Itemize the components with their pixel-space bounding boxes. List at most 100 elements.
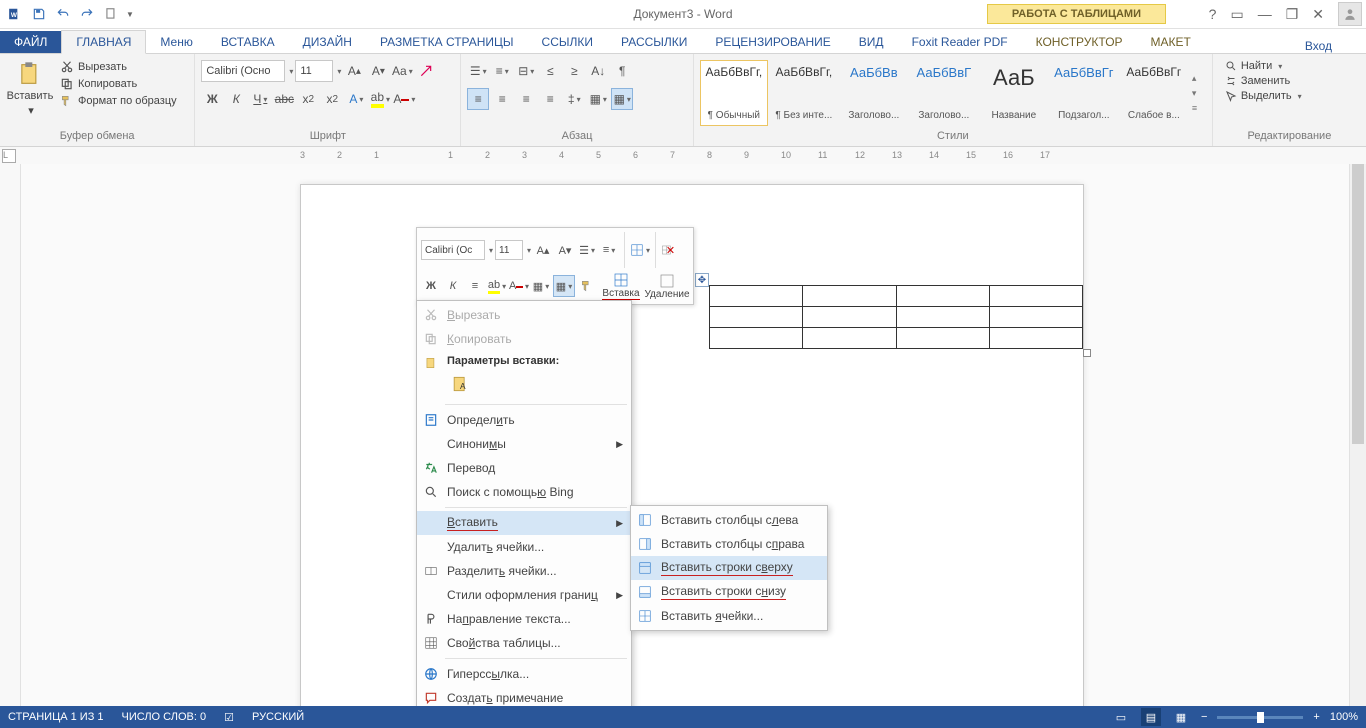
sort-button[interactable]: A↓ bbox=[587, 60, 609, 82]
mini-delete-menu[interactable]: Удаление bbox=[645, 273, 689, 300]
ctx-border-styles[interactable]: Стили оформления границ▶ bbox=[417, 583, 631, 607]
status-words[interactable]: ЧИСЛО СЛОВ: 0 bbox=[122, 711, 207, 723]
undo-button[interactable] bbox=[52, 3, 74, 25]
ctx-copy[interactable]: Копировать bbox=[417, 327, 631, 351]
ctx-split-cells[interactable]: Разделить ячейки... bbox=[417, 559, 631, 583]
save-button[interactable] bbox=[28, 3, 50, 25]
ctx-delete-cells[interactable]: Удалить ячейки... bbox=[417, 535, 631, 559]
tab-file[interactable]: ФАЙЛ bbox=[0, 31, 61, 53]
line-spacing-button[interactable]: ‡▾ bbox=[563, 88, 585, 110]
inserted-table[interactable]: ✥ bbox=[709, 285, 1083, 349]
shading-button[interactable]: ▦▾ bbox=[587, 88, 609, 110]
italic-button[interactable]: К bbox=[225, 88, 247, 110]
mini-format-painter[interactable] bbox=[577, 276, 597, 296]
style-item[interactable]: АаБбВвГг,¶ Обычный bbox=[700, 60, 768, 126]
ctx-cut[interactable]: Вырезать bbox=[417, 303, 631, 327]
zoom-in-button[interactable]: + bbox=[1313, 711, 1319, 723]
ctx-table-props[interactable]: Свойства таблицы... bbox=[417, 631, 631, 655]
select-button[interactable]: Выделить▾ bbox=[1225, 90, 1302, 102]
restore-button[interactable]: ❐ bbox=[1286, 6, 1299, 23]
style-item[interactable]: АаБбВвГЗаголово... bbox=[910, 60, 978, 126]
tab-menu[interactable]: Меню bbox=[146, 31, 206, 53]
qat-more-icon[interactable]: ▼ bbox=[126, 10, 134, 19]
tab-view[interactable]: ВИД bbox=[845, 31, 898, 53]
ctx-new-comment[interactable]: Создать примечание bbox=[417, 686, 631, 706]
font-color-button[interactable]: A▾ bbox=[393, 88, 415, 110]
styles-more-button[interactable]: ▴▾≡ bbox=[1192, 73, 1206, 113]
style-item[interactable]: АаБНазвание bbox=[980, 60, 1048, 126]
align-center-button[interactable]: ≡ bbox=[491, 88, 513, 110]
table-resize-handle[interactable] bbox=[1083, 349, 1091, 357]
show-marks-button[interactable]: ¶ bbox=[611, 60, 633, 82]
table-move-handle[interactable]: ✥ bbox=[695, 273, 709, 287]
sub-insert-rows-above[interactable]: Вставить строки сверху bbox=[631, 556, 827, 580]
mini-align[interactable]: ≡ bbox=[465, 276, 485, 296]
tab-foxit[interactable]: Foxit Reader PDF bbox=[898, 31, 1022, 53]
align-left-button[interactable]: ≡ bbox=[467, 88, 489, 110]
sub-insert-cols-right[interactable]: Вставить столбцы справа bbox=[631, 532, 827, 556]
zoom-level[interactable]: 100% bbox=[1330, 711, 1358, 723]
tab-review[interactable]: РЕЦЕНЗИРОВАНИЕ bbox=[701, 31, 844, 53]
tab-constructor[interactable]: КОНСТРУКТОР bbox=[1022, 31, 1137, 53]
status-lang[interactable]: РУССКИЙ bbox=[252, 711, 304, 723]
user-avatar[interactable] bbox=[1338, 2, 1362, 26]
shrink-font-button[interactable]: A▾ bbox=[367, 60, 389, 82]
ctx-text-direction[interactable]: Направление текста... bbox=[417, 607, 631, 631]
copy-button[interactable]: Копировать bbox=[60, 77, 177, 91]
subscript-button[interactable]: x2 bbox=[297, 88, 319, 110]
font-name-combo[interactable]: Calibri (Осно bbox=[201, 60, 285, 82]
mini-font-size[interactable]: 11 bbox=[495, 240, 523, 260]
status-proofing-icon[interactable]: ☑ bbox=[224, 711, 234, 724]
text-effects-button[interactable]: A▾ bbox=[345, 88, 367, 110]
mini-shading[interactable]: ▦▾ bbox=[531, 276, 551, 296]
tab-layout[interactable]: РАЗМЕТКА СТРАНИЦЫ bbox=[366, 31, 528, 53]
font-size-combo[interactable]: 11 bbox=[295, 60, 333, 82]
scrollbar-thumb[interactable] bbox=[1352, 164, 1364, 444]
paste-button[interactable]: Вставить ▾ bbox=[6, 56, 54, 117]
page[interactable]: ✥ Calibri (Ос▾ 11▾ A▴ A▾ ☰▾ ≡▾ ▾ ✕ Ж К ≡ bbox=[300, 184, 1084, 706]
new-doc-button[interactable] bbox=[100, 3, 122, 25]
help-button[interactable]: ? bbox=[1209, 6, 1217, 22]
mini-bullets[interactable]: ☰▾ bbox=[577, 240, 597, 260]
tab-selector[interactable]: L bbox=[2, 149, 16, 163]
mini-insert-menu[interactable]: Вставка bbox=[599, 272, 643, 300]
style-item[interactable]: АаБбВвГгПодзагол... bbox=[1050, 60, 1118, 126]
grow-font-button[interactable]: A▴ bbox=[343, 60, 365, 82]
print-layout-button[interactable]: ▤ bbox=[1141, 708, 1161, 726]
mini-delete-table[interactable]: ✕ bbox=[661, 240, 681, 260]
zoom-out-button[interactable]: − bbox=[1201, 711, 1207, 723]
justify-button[interactable]: ≡ bbox=[539, 88, 561, 110]
increase-indent-button[interactable]: ≥ bbox=[563, 60, 585, 82]
align-right-button[interactable]: ≡ bbox=[515, 88, 537, 110]
ctx-hyperlink[interactable]: Гиперссылка... bbox=[417, 662, 631, 686]
vertical-ruler[interactable] bbox=[0, 164, 21, 706]
close-button[interactable]: ✕ bbox=[1312, 6, 1324, 23]
bold-button[interactable]: Ж bbox=[201, 88, 223, 110]
ctx-synonyms[interactable]: Синонимы▶ bbox=[417, 432, 631, 456]
mini-grow-font[interactable]: A▴ bbox=[533, 240, 553, 260]
sub-insert-cells[interactable]: Вставить ячейки... bbox=[631, 604, 827, 628]
tab-maket[interactable]: МАКЕТ bbox=[1137, 31, 1205, 53]
tab-references[interactable]: ССЫЛКИ bbox=[528, 31, 607, 53]
sign-in-link[interactable]: Вход bbox=[1305, 39, 1332, 53]
read-mode-button[interactable]: ▭ bbox=[1111, 708, 1131, 726]
multilevel-button[interactable]: ⊟▾ bbox=[515, 60, 537, 82]
borders-button[interactable]: ▦▾ bbox=[611, 88, 633, 110]
mini-highlight[interactable]: ab▾ bbox=[487, 276, 507, 296]
ctx-translate[interactable]: Перевод bbox=[417, 456, 631, 480]
strike-button[interactable]: abc bbox=[273, 88, 295, 110]
clear-formatting-button[interactable] bbox=[415, 60, 437, 82]
mini-italic[interactable]: К bbox=[443, 276, 463, 296]
redo-button[interactable] bbox=[76, 3, 98, 25]
underline-button[interactable]: Ч▾ bbox=[249, 88, 271, 110]
cut-button[interactable]: Вырезать bbox=[60, 60, 177, 74]
find-button[interactable]: Найти▾ bbox=[1225, 60, 1302, 72]
tab-mailings[interactable]: РАССЫЛКИ bbox=[607, 31, 701, 53]
ctx-bing[interactable]: Поиск с помощью Bing bbox=[417, 480, 631, 504]
superscript-button[interactable]: x2 bbox=[321, 88, 343, 110]
ctx-insert[interactable]: Вставить▶ bbox=[417, 511, 631, 535]
minimize-button[interactable]: ― bbox=[1258, 6, 1272, 22]
numbering-button[interactable]: ≡▾ bbox=[491, 60, 513, 82]
mini-borders[interactable]: ▦▾ bbox=[553, 275, 575, 297]
mini-font-color[interactable]: A▾ bbox=[509, 276, 529, 296]
